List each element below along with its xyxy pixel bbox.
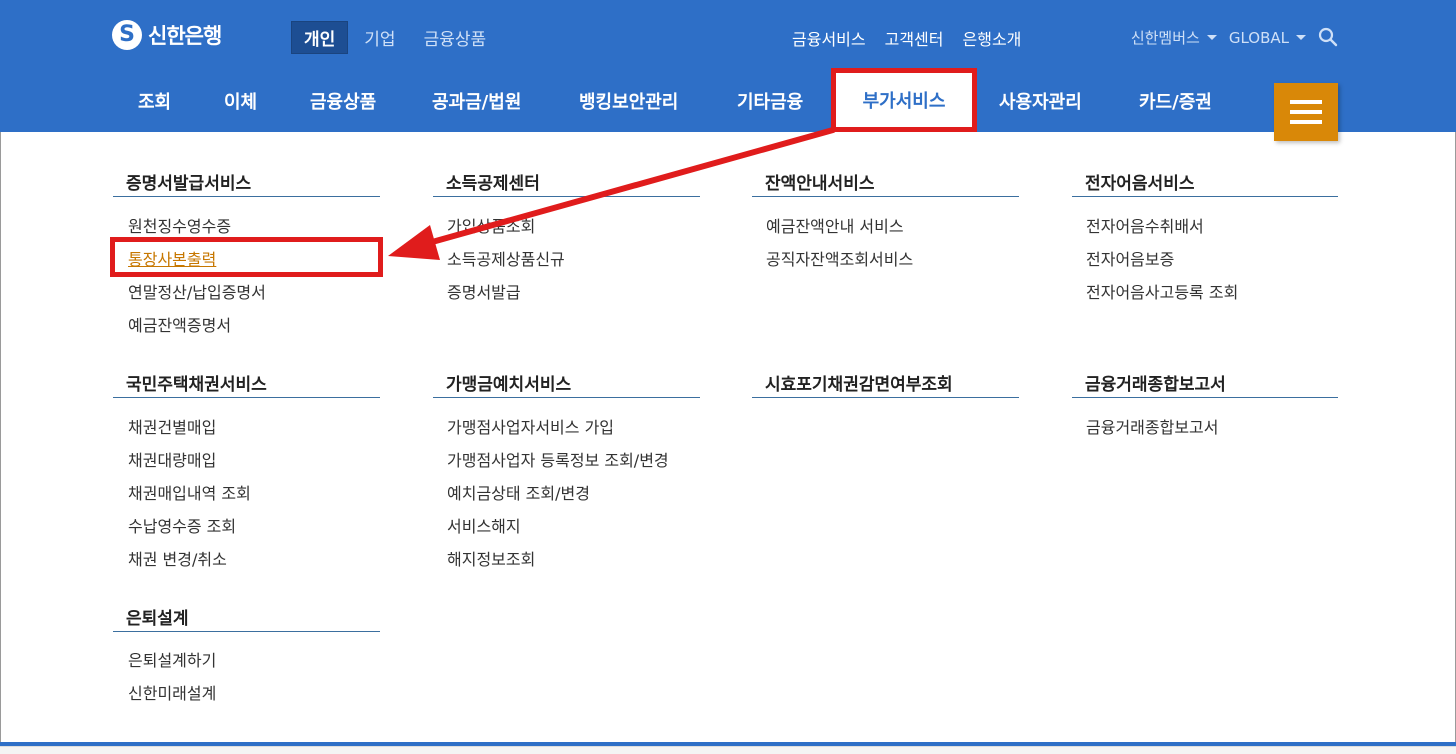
- global-label: GLOBAL: [1228, 28, 1289, 47]
- utility-links: 금융서비스 고객센터 은행소개: [792, 26, 1040, 50]
- section-title-electronic-bills: 전자어음서비스: [1085, 174, 1195, 194]
- hamburger-line: [1290, 100, 1322, 104]
- section-title-franchise-escrow: 가맹금예치서비스: [446, 375, 572, 395]
- hamburger-menu-button[interactable]: [1274, 83, 1338, 141]
- annotation-highlight-box: [110, 237, 383, 277]
- bottom-strip: [0, 746, 1456, 754]
- shinhan-members-dropdown[interactable]: 신한멤버스: [1131, 27, 1217, 48]
- section-divider: [113, 631, 380, 632]
- menu-item[interactable]: 가맹점사업자 등록정보 조회/변경: [447, 447, 669, 471]
- menu-item[interactable]: 채권 변경/취소: [128, 546, 227, 570]
- section-title-tax-deduction: 소득공제센터: [446, 174, 540, 194]
- section-divider: [433, 397, 700, 398]
- menu-item[interactable]: 금융거래종합보고서: [1086, 414, 1218, 438]
- section-title-waived-claims[interactable]: 시효포기채권감면여부조회: [765, 370, 953, 395]
- section-divider: [433, 196, 700, 197]
- link-about-bank[interactable]: 은행소개: [963, 26, 1022, 50]
- menu-item[interactable]: 전자어음수취배서: [1086, 213, 1204, 237]
- shinhan-logo[interactable]: 신한은행: [112, 18, 222, 52]
- section-divider: [1072, 196, 1338, 197]
- section-title-housing-bonds: 국민주택채권서비스: [126, 375, 267, 395]
- menu-item[interactable]: 예금잔액안내 서비스: [766, 213, 904, 237]
- menu-item[interactable]: 신한미래설계: [128, 680, 216, 704]
- search-icon[interactable]: [1318, 27, 1338, 47]
- section-title-retirement: 은퇴설계: [126, 609, 189, 629]
- section-divider: [752, 397, 1019, 398]
- section-title-financial-report: 금융거래종합보고서: [1085, 375, 1226, 395]
- shinhan-logo-icon: [112, 20, 142, 50]
- gnb-banking-security[interactable]: 뱅킹보안관리: [579, 88, 678, 114]
- gnb-user-management[interactable]: 사용자관리: [999, 88, 1082, 114]
- section-divider: [752, 196, 1019, 197]
- link-customer-center[interactable]: 고객센터: [885, 26, 944, 50]
- menu-item[interactable]: 가맹점사업자서비스 가입: [447, 414, 614, 438]
- customer-type-tabs: 개인 기업 금융상품: [291, 21, 502, 54]
- gnb-additional-services-label: 부가서비스: [862, 91, 946, 112]
- hamburger-line: [1290, 110, 1322, 114]
- section-divider: [113, 397, 380, 398]
- menu-item[interactable]: 증명서발급: [447, 279, 521, 303]
- gnb-card-securities[interactable]: 카드/증권: [1139, 88, 1212, 114]
- section-divider: [113, 196, 380, 197]
- tab-personal[interactable]: 개인: [291, 21, 349, 54]
- logo-text: 신한은행: [148, 24, 222, 48]
- menu-item[interactable]: 연말정산/납입증명서: [128, 279, 266, 303]
- menu-item[interactable]: 소득공제상품신규: [447, 246, 565, 270]
- gnb-inquiry[interactable]: 조회: [138, 88, 171, 114]
- chevron-down-icon: [1296, 35, 1306, 40]
- tab-business[interactable]: 기업: [352, 22, 407, 53]
- menu-item[interactable]: 채권건별매입: [128, 414, 216, 438]
- section-divider: [1072, 397, 1338, 398]
- menu-item[interactable]: 원천징수영수증: [128, 213, 231, 237]
- section-title-balance-notice: 잔액안내서비스: [765, 174, 875, 194]
- menu-item[interactable]: 공직자잔액조회서비스: [766, 246, 913, 270]
- menu-item[interactable]: 전자어음사고등록 조회: [1086, 279, 1238, 303]
- menu-item[interactable]: 수납영수증 조회: [128, 513, 236, 537]
- gnb-transfer[interactable]: 이체: [224, 88, 257, 114]
- gnb-other-finance[interactable]: 기타금융: [737, 88, 803, 114]
- global-dropdown[interactable]: GLOBAL: [1229, 29, 1306, 47]
- members-label: 신한멤버스: [1130, 29, 1200, 47]
- gnb-utility-court[interactable]: 공과금/법원: [432, 88, 521, 114]
- right-links: 신한멤버스 GLOBAL: [1119, 27, 1306, 48]
- gnb-financial-products[interactable]: 금융상품: [310, 88, 376, 114]
- menu-item[interactable]: 채권대량매입: [128, 447, 216, 471]
- menu-item[interactable]: 예금잔액증명서: [128, 312, 231, 336]
- menu-item[interactable]: 채권매입내역 조회: [128, 480, 251, 504]
- menu-item[interactable]: 예치금상태 조회/변경: [447, 480, 590, 504]
- main-navigation: 조회 이체 금융상품 공과금/법원 뱅킹보안관리 기타금융 사용자관리 카드/증…: [0, 82, 1456, 122]
- menu-item[interactable]: 해지정보조회: [447, 546, 535, 570]
- chevron-down-icon: [1206, 35, 1217, 40]
- link-financial-services[interactable]: 금융서비스: [792, 26, 866, 50]
- menu-item[interactable]: 은퇴설계하기: [128, 647, 216, 671]
- tab-financial-products[interactable]: 금융상품: [412, 22, 499, 53]
- menu-item[interactable]: 전자어음보증: [1086, 246, 1174, 270]
- gnb-additional-services-selected[interactable]: 부가서비스: [831, 68, 977, 132]
- site-header: 신한은행 개인 기업 금융상품 금융서비스 고객센터 은행소개 신한멤버스 GL…: [0, 0, 1456, 132]
- menu-item[interactable]: 가입상품조회: [447, 213, 535, 237]
- hamburger-line: [1290, 120, 1322, 124]
- menu-item[interactable]: 서비스해지: [447, 513, 521, 537]
- section-title-certificates: 증명서발급서비스: [126, 174, 252, 194]
